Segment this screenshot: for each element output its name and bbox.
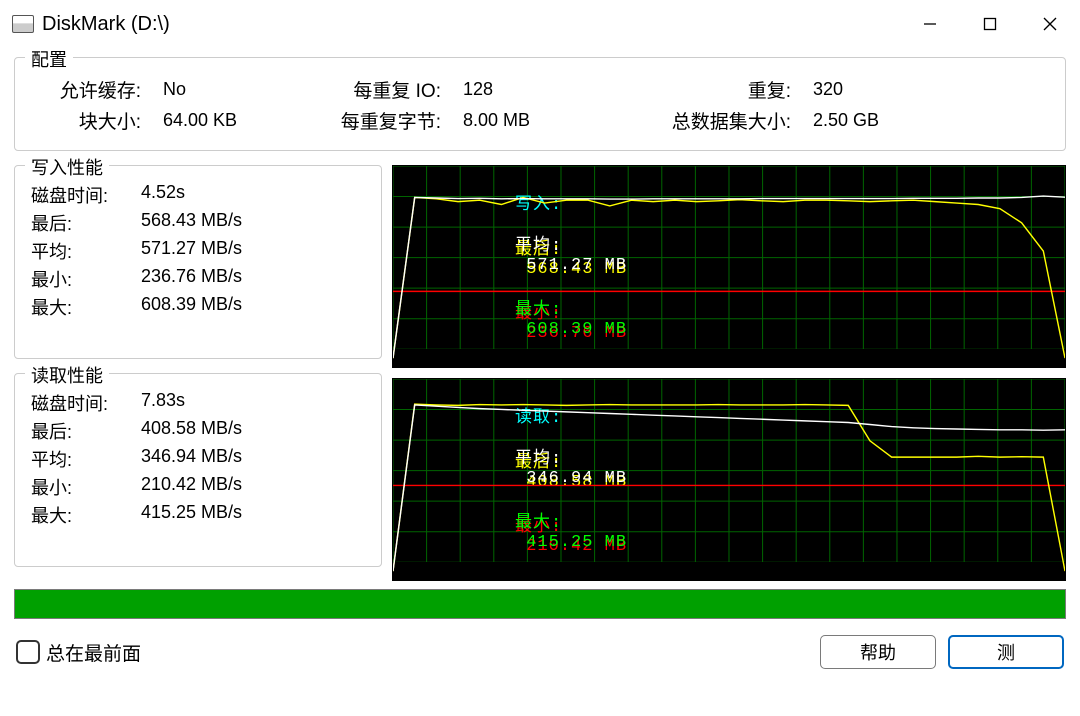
write-disktime-value: 4.52s [141, 182, 185, 208]
config-group: 配置 允许缓存:No 块大小:64.00 KB 每重复 IO:128 每重复字节… [14, 57, 1066, 151]
io-per-repeat-value: 128 [463, 79, 583, 100]
read-min-value: 210.42 MB/s [141, 474, 242, 500]
read-max-value: 415.25 MB/s [141, 502, 242, 528]
read-min-label: 最小: [31, 474, 141, 500]
allow-cache-label: 允许缓存: [31, 76, 141, 103]
test-button[interactable]: 测 [948, 635, 1064, 669]
repeat-value: 320 [813, 79, 933, 100]
maximize-button[interactable] [960, 0, 1020, 48]
block-size-value: 64.00 KB [163, 110, 283, 131]
window-controls [900, 0, 1080, 48]
bytes-per-repeat-label: 每重复字节: [331, 107, 441, 134]
write-avg-value: 571.27 MB/s [141, 238, 242, 264]
read-last-label: 最后: [31, 418, 141, 444]
app-icon [12, 15, 34, 33]
write-max-value: 608.39 MB/s [141, 294, 242, 320]
read-last-value: 408.58 MB/s [141, 418, 242, 444]
write-perf-title: 写入性能 [25, 154, 109, 180]
read-disktime-label: 磁盘时间: [31, 390, 141, 416]
read-avg-value: 346.94 MB/s [141, 446, 242, 472]
always-on-top-checkbox[interactable]: 总在最前面 [16, 639, 141, 666]
read-perf-group: 读取性能 磁盘时间:7.83s 最后:408.58 MB/s 平均:346.94… [14, 373, 382, 567]
io-per-repeat-label: 每重复 IO: [331, 76, 441, 103]
help-button[interactable]: 帮助 [820, 635, 936, 669]
minimize-button[interactable] [900, 0, 960, 48]
read-graph: 读取: 最后: 408.58 MB 最小: 210.42 MB 平均: 346.… [392, 378, 1066, 581]
total-dataset-value: 2.50 GB [813, 110, 933, 131]
read-perf-title: 读取性能 [25, 362, 109, 388]
read-disktime-value: 7.83s [141, 390, 185, 416]
repeat-label: 重复: [631, 76, 791, 103]
write-perf-group: 写入性能 磁盘时间:4.52s 最后:568.43 MB/s 平均:571.27… [14, 165, 382, 359]
write-max-label: 最大: [31, 294, 141, 320]
read-max-label: 最大: [31, 502, 141, 528]
write-last-value: 568.43 MB/s [141, 210, 242, 236]
total-dataset-label: 总数据集大小: [631, 107, 791, 134]
bytes-per-repeat-value: 8.00 MB [463, 110, 583, 131]
close-button[interactable] [1020, 0, 1080, 48]
write-last-label: 最后: [31, 210, 141, 236]
config-group-title: 配置 [25, 46, 73, 72]
window-title: DiskMark (D:\) [42, 13, 170, 36]
always-on-top-label: 总在最前面 [46, 639, 141, 666]
allow-cache-value: No [163, 79, 283, 100]
write-avg-label: 平均: [31, 238, 141, 264]
write-disktime-label: 磁盘时间: [31, 182, 141, 208]
read-avg-label: 平均: [31, 446, 141, 472]
progress-bar [14, 589, 1066, 619]
title-bar: DiskMark (D:\) [0, 0, 1080, 49]
write-min-label: 最小: [31, 266, 141, 292]
write-graph: 写入: 最后: 568.43 MB 最小: 236.76 MB 平均: 571.… [392, 165, 1066, 368]
write-min-value: 236.76 MB/s [141, 266, 242, 292]
checkbox-icon [16, 640, 40, 664]
block-size-label: 块大小: [31, 107, 141, 134]
